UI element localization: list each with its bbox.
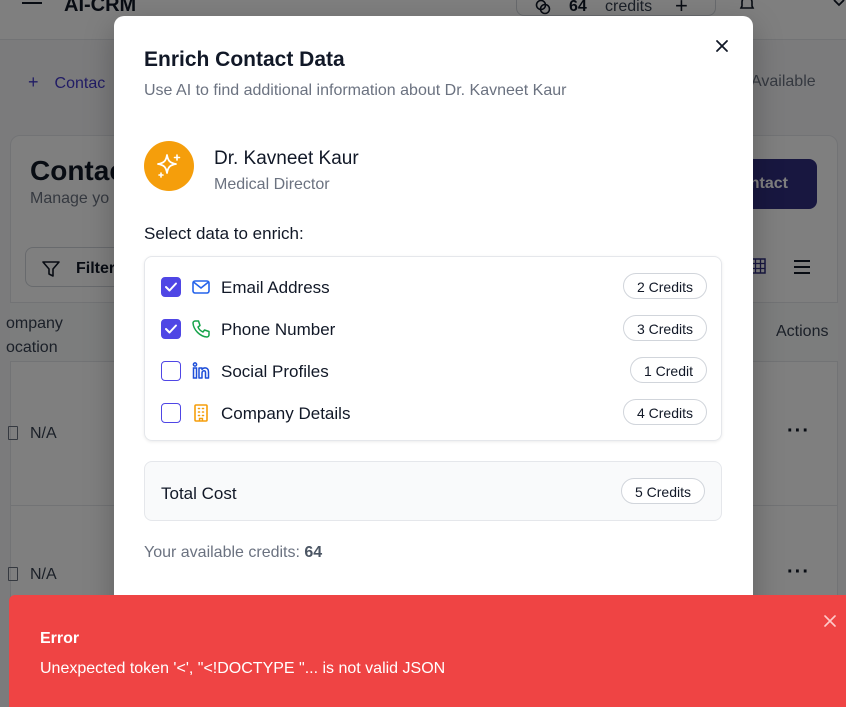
social-checkbox[interactable] <box>161 361 181 381</box>
total-cost-label: Total Cost <box>161 484 237 503</box>
email-checkbox[interactable] <box>161 277 181 297</box>
linkedin-icon <box>192 362 210 379</box>
modal-title: Enrich Contact Data <box>144 48 345 71</box>
enrich-contact-modal: Enrich Contact Data Use AI to find addit… <box>114 16 753 636</box>
close-icon[interactable] <box>714 38 730 54</box>
modal-subtitle: Use AI to find additional information ab… <box>144 82 567 99</box>
avatar <box>144 141 194 191</box>
credit-badge: 3 Credits <box>622 315 707 341</box>
option-social[interactable]: Social Profiles 1 Credit <box>145 353 723 389</box>
phone-icon <box>192 320 210 338</box>
total-cost-badge: 5 Credits <box>620 478 705 504</box>
close-icon[interactable] <box>824 615 836 627</box>
check-icon <box>165 282 177 292</box>
available-credits-value: 64 <box>304 544 323 561</box>
option-label: Email Address <box>221 278 330 297</box>
available-credits: Your available credits: 64 <box>144 544 322 562</box>
phone-checkbox[interactable] <box>161 319 181 339</box>
credit-badge: 2 Credits <box>622 273 707 299</box>
check-icon <box>165 324 177 334</box>
building-icon <box>194 404 208 422</box>
credit-badge: 1 Credit <box>629 357 707 383</box>
contact-name: Dr. Kavneet Kaur <box>214 148 359 169</box>
option-company[interactable]: Company Details 4 Credits <box>145 395 723 431</box>
available-credits-label: Your available credits: <box>144 544 300 561</box>
total-cost-box: Total Cost 5 Credits <box>144 461 722 521</box>
toast-title: Error <box>40 630 80 647</box>
company-checkbox[interactable] <box>161 403 181 423</box>
option-label: Social Profiles <box>221 362 329 381</box>
mail-icon <box>192 280 210 294</box>
section-label: Select data to enrich: <box>144 224 304 243</box>
error-toast: Error Unexpected token '<', "<!DOCTYPE "… <box>9 595 846 707</box>
contact-role: Medical Director <box>214 176 330 193</box>
sparkles-icon <box>157 154 181 178</box>
option-label: Company Details <box>221 404 351 423</box>
toast-message: Unexpected token '<', "<!DOCTYPE "... is… <box>40 660 446 677</box>
enrich-options-list: Email Address 2 Credits Phone Number 3 C… <box>144 256 722 441</box>
option-phone[interactable]: Phone Number 3 Credits <box>145 311 723 347</box>
credit-badge: 4 Credits <box>622 399 707 425</box>
option-label: Phone Number <box>221 320 336 339</box>
option-email[interactable]: Email Address 2 Credits <box>145 269 723 305</box>
